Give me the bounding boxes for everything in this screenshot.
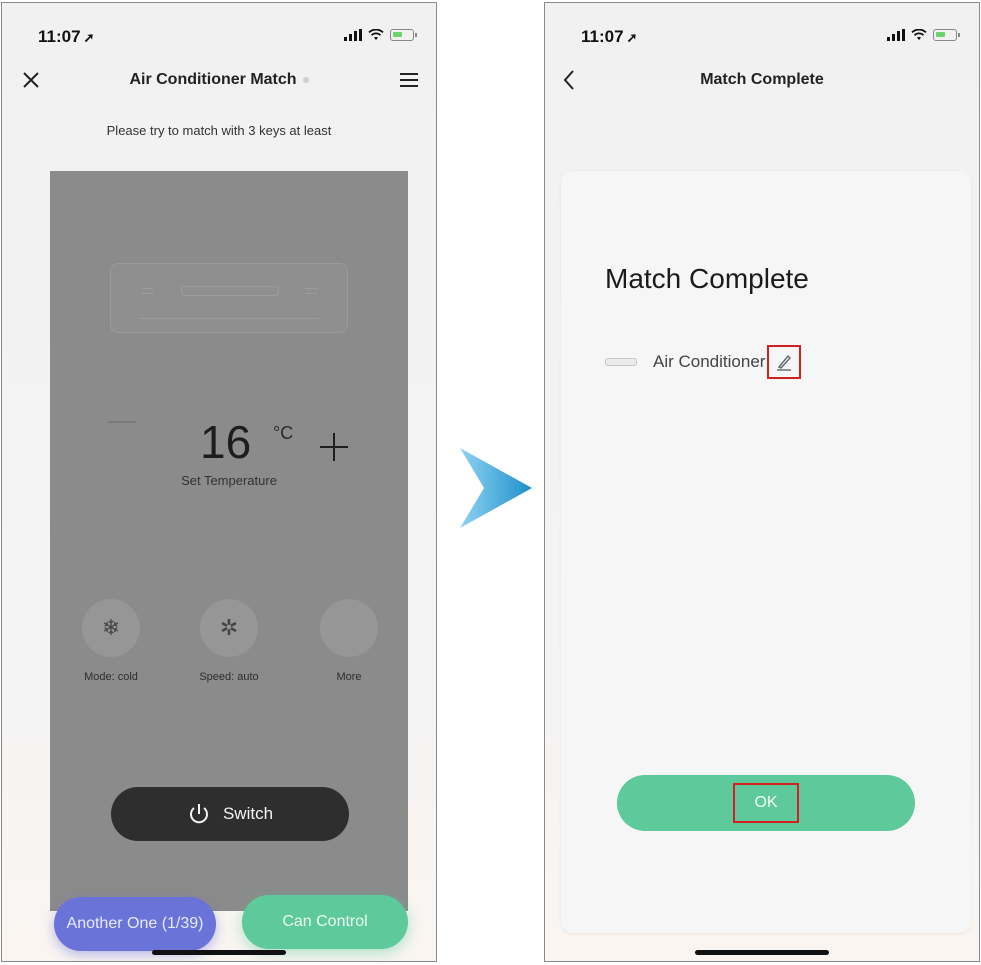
home-indicator: [152, 950, 286, 955]
page-title: Air Conditioner Match: [2, 71, 436, 89]
snowflake-icon: ❄: [101, 615, 121, 640]
mode-control[interactable]: ❄ Mode: cold: [79, 599, 143, 683]
speed-label: Speed: auto: [199, 671, 259, 683]
more-icon: ···: [342, 620, 356, 636]
another-one-button[interactable]: Another One (1/39): [54, 897, 216, 951]
match-hint: Please try to match with 3 keys at least: [106, 123, 332, 138]
ok-label: OK: [733, 783, 799, 823]
temperature-label: Set Temperature: [181, 473, 277, 488]
status-bar: 11:07 ➚: [2, 3, 436, 63]
status-bar: 11:07 ➚: [545, 3, 979, 63]
temperature-decrease-button[interactable]: [108, 421, 136, 423]
wifi-icon: [911, 29, 927, 40]
temperature-unit: °C: [273, 423, 294, 443]
edit-name-button[interactable]: [767, 345, 802, 379]
air-conditioner-illustration: [110, 263, 348, 333]
device-row: Air Conditioner: [605, 345, 802, 379]
wifi-icon: [368, 29, 384, 40]
pencil-icon: [777, 354, 792, 371]
signal-icon: [887, 29, 905, 41]
temperature-increase-button[interactable]: [318, 431, 350, 463]
location-icon: ➚: [83, 30, 95, 45]
location-icon: ➚: [626, 30, 638, 45]
phone-screen-match: 11:07 ➚ Air Conditioner Match Please try …: [1, 2, 437, 962]
air-conditioner-icon: [605, 358, 637, 366]
page-title: Match Complete: [700, 71, 824, 88]
match-complete-card: Match Complete Air Conditioner OK: [561, 171, 971, 933]
phone-screen-complete: 11:07 ➚ Match Complete Match Complete Air…: [544, 2, 980, 962]
card-heading: Match Complete: [605, 263, 809, 294]
battery-icon: [933, 29, 960, 41]
signal-icon: [344, 29, 362, 41]
home-indicator: [695, 950, 829, 955]
switch-label: Switch: [222, 804, 274, 823]
status-time: 11:07 ➚: [38, 27, 95, 46]
battery-icon: [390, 29, 417, 41]
status-dot: [302, 76, 309, 83]
fan-icon: ✲: [219, 615, 239, 640]
remote-panel: 16 °C Set Temperature ❄ Mode: cold ✲ Spe…: [50, 171, 408, 911]
nav-bar: Air Conditioner Match: [2, 63, 436, 103]
can-control-button[interactable]: Can Control: [242, 895, 408, 949]
status-time: 11:07 ➚: [581, 27, 638, 46]
mode-label: Mode: cold: [84, 671, 138, 683]
power-icon: [189, 804, 208, 824]
switch-button[interactable]: Switch: [111, 787, 349, 841]
menu-icon[interactable]: [396, 67, 422, 93]
temperature-value: 16: [200, 416, 252, 468]
device-name: Air Conditioner: [653, 352, 766, 371]
arrow-right-icon: [460, 448, 532, 528]
more-label: More: [336, 671, 362, 683]
more-control[interactable]: ··· More: [317, 599, 381, 683]
nav-bar: Match Complete: [545, 63, 979, 103]
ok-button[interactable]: OK: [617, 775, 915, 831]
speed-control[interactable]: ✲ Speed: auto: [197, 599, 261, 683]
